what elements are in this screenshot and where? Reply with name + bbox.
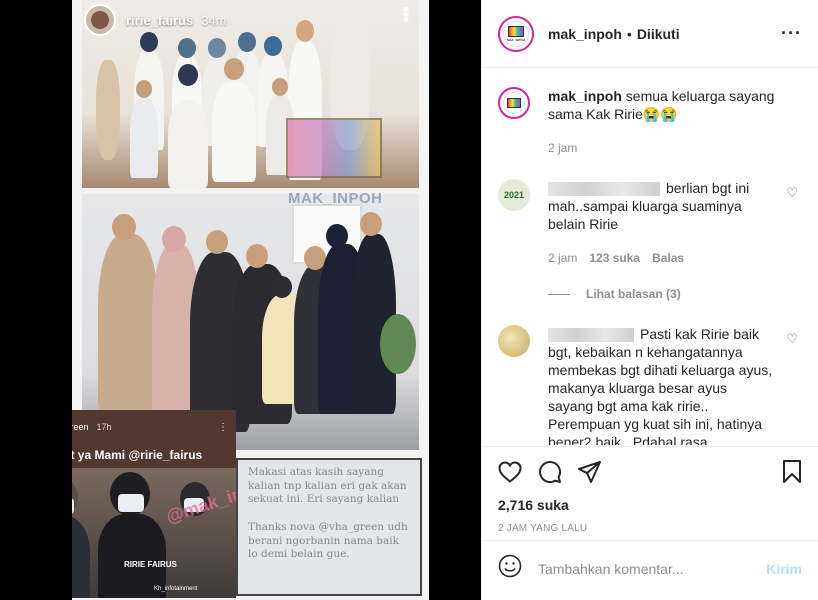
post-media: MAK_INPOH ririe_fairus 34m ••• vha_green… [0,0,481,600]
repost-more-icon: ⋮ [218,421,228,433]
comment-text: Pasti kak Ririe baik bgt, kebaikan n keh… [548,326,773,445]
commenter-avatar[interactable] [498,325,530,357]
story-header: ririe_fairus 34m ••• [72,0,429,40]
comment-item: 2021 berlian bgt ini mah..sampai kluarga… [498,179,802,267]
header-separator: • [626,25,632,42]
author-username[interactable]: mak_inpoh [548,26,622,42]
post-header: MAK_INPOH mak_inpoh • Diikuti ··· [482,0,818,68]
repost-title: Kuat ya Mami @ririe_fairus [72,448,203,462]
note-paragraph-2: Thanks nova @vha_green udh berani ngorba… [248,520,408,561]
story-screenshot: MAK_INPOH ririe_fairus 34m ••• vha_green… [72,0,429,600]
repost-username: vha_green [72,422,89,432]
comments-list[interactable]: mak_inpoh semua keluarga sayang sama Kak… [482,69,818,445]
post-actions: 2,716 suka 2 JAM YANG LALU [482,446,818,534]
comment-input[interactable] [538,560,767,577]
author-avatar[interactable]: MAK_INPOH [498,15,534,52]
redacted-username [548,328,634,343]
post-panel: MAK_INPOH mak_inpoh • Diikuti ··· mak_in… [481,0,818,600]
repost-time: 17h [96,422,112,432]
repost-caption: RIRIE FAIRUS [124,560,177,569]
tv-logo-icon [507,98,521,108]
caption-avatar[interactable] [498,87,530,119]
likes-count[interactable]: 2,716 suka [498,497,802,513]
view-replies-label: Lihat balasan (3) [586,287,681,301]
repost-header: vha_green 17h ⋮ [72,410,236,444]
caption-time[interactable]: 2 jam [548,139,577,157]
avatar-brand-label: MAK_INPOH [506,37,525,42]
story-avatar [84,4,116,36]
watermark-text: MAK_INPOH [288,190,383,207]
story-more-icon: ••• [396,6,416,22]
repost-credit: Kh_infotainment [154,586,198,592]
reposted-story: vha_green 17h ⋮ Kuat ya Mami @ririe_fair… [72,410,236,598]
story-time: 34m [201,12,227,28]
note-paragraph-1: Makasi atas kasih sayang kalian tnp kali… [248,466,407,506]
redacted-username [548,182,660,197]
share-paper-plane-icon[interactable] [578,461,602,483]
like-heart-icon[interactable] [498,461,522,483]
comment-like-heart-icon[interactable]: ♡ [786,331,798,347]
view-replies-button[interactable]: Lihat balasan (3) [548,287,802,301]
comment-likes[interactable]: 123 suka [589,249,640,267]
watermark-logo [286,118,382,178]
send-comment-button[interactable]: Kirim [766,561,802,577]
caption-username[interactable]: mak_inpoh [548,88,622,104]
story-username: ririe_fairus [126,12,194,28]
comment-item: Pasti kak Ririe baik bgt, kebaikan n keh… [498,325,802,445]
commenter-avatar[interactable]: 2021 [498,179,530,211]
story-note: Makasi atas kasih sayang kalian tnp kali… [236,458,422,596]
save-bookmark-icon[interactable] [782,460,802,484]
more-options-icon[interactable]: ··· [781,23,802,44]
add-comment-bar: Kirim [482,540,818,596]
comment-like-heart-icon[interactable]: ♡ [786,185,798,201]
caption: mak_inpoh semua keluarga sayang sama Kak… [498,87,802,157]
repost-photo [72,468,236,598]
follow-status-button[interactable]: Diikuti [637,26,680,42]
tv-logo-icon [508,25,524,37]
comment-bubble-icon[interactable] [538,460,562,484]
comment-time[interactable]: 2 jam [548,249,577,267]
reply-button[interactable]: Balas [652,249,684,267]
emoji-smiley-icon[interactable] [498,554,522,583]
posted-time[interactable]: 2 JAM YANG LALU [498,523,802,534]
replies-divider [548,293,570,295]
